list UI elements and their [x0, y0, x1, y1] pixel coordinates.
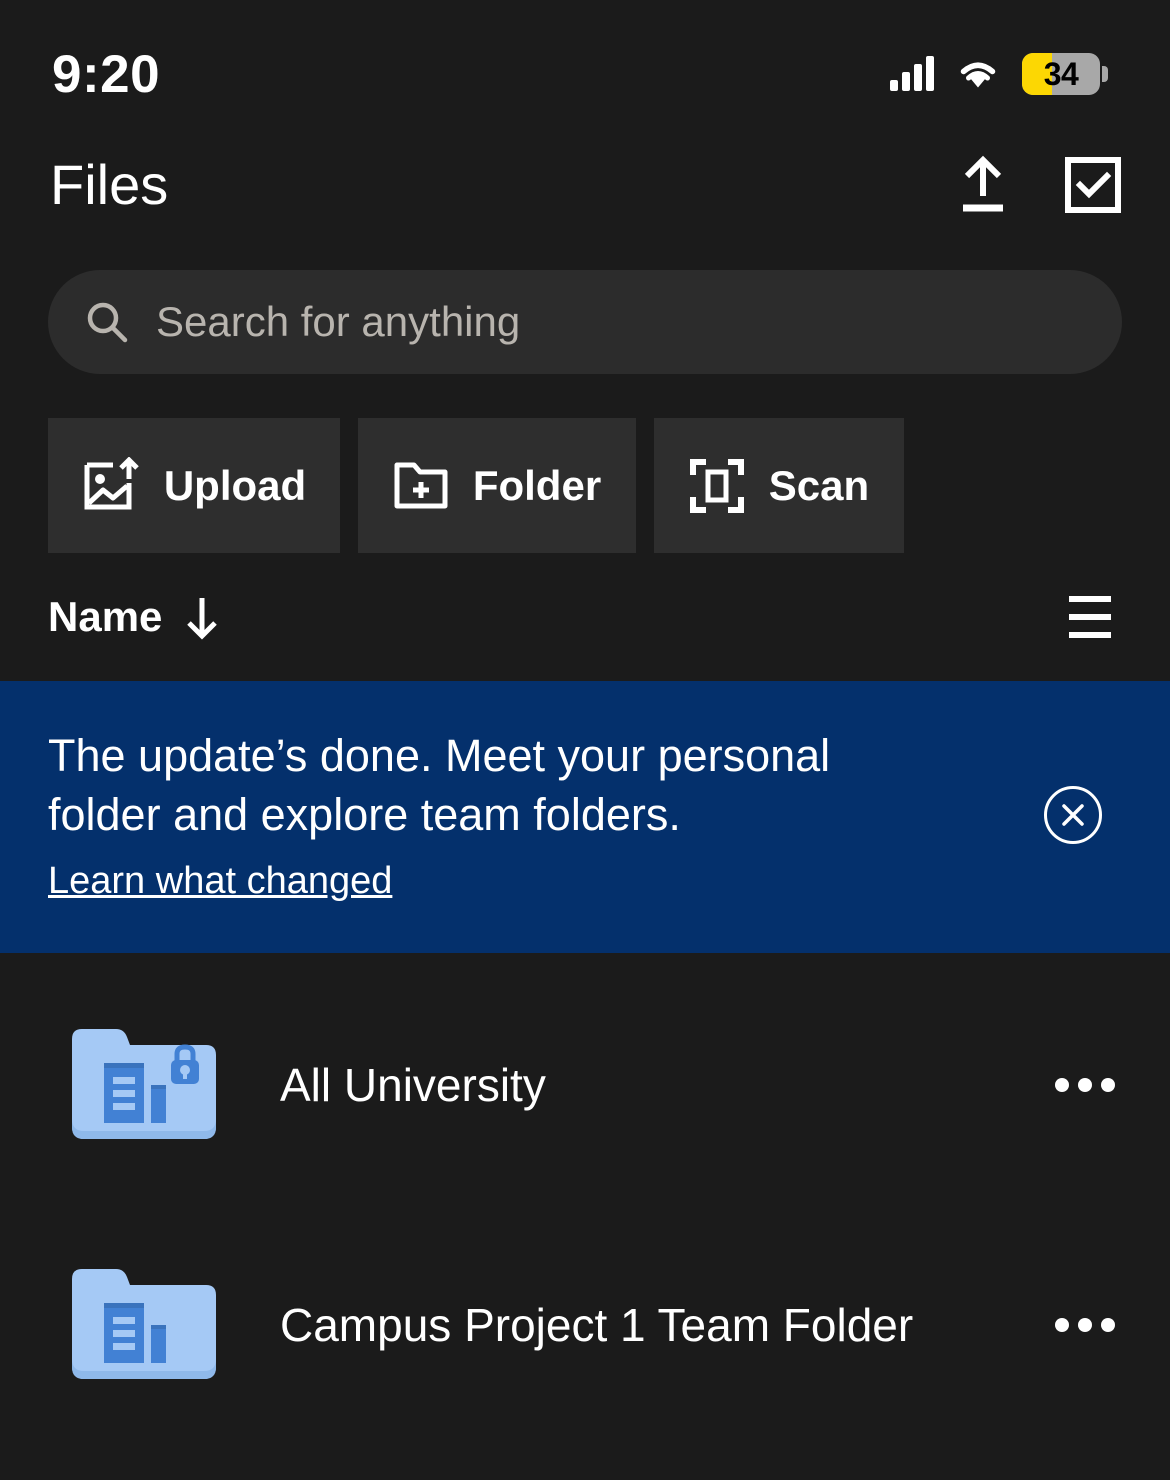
sort-control[interactable]: Name — [48, 593, 224, 641]
page-title: Files — [50, 153, 169, 216]
search-placeholder: Search for anything — [156, 298, 521, 345]
status-time: 9:20 — [52, 44, 161, 104]
upload-button[interactable] — [952, 154, 1014, 216]
file-row[interactable]: Campus Project 1 Team Folder — [0, 1205, 1170, 1445]
new-folder-action-button[interactable]: Folder — [358, 418, 636, 553]
file-name: All University — [280, 1059, 546, 1111]
list-view-icon — [1069, 596, 1111, 602]
quick-action-label: Upload — [163, 461, 307, 509]
search-section: Search for anything — [0, 240, 1170, 374]
battery-level-label: 34 — [1043, 55, 1079, 92]
wifi-icon — [960, 62, 996, 88]
learn-what-changed-link[interactable]: Learn what changed — [48, 860, 392, 903]
app-header: Files — [0, 130, 1170, 240]
banner-message: The update’s done. Meet your personal fo… — [48, 730, 831, 840]
banner-content: The update’s done. Meet your personal fo… — [48, 727, 1014, 903]
select-mode-button[interactable] — [1062, 154, 1124, 216]
more-options-icon — [1055, 1318, 1069, 1332]
more-options-button[interactable] — [1040, 1280, 1130, 1370]
arrow-down-icon — [187, 598, 218, 640]
quick-action-label: Scan — [768, 461, 870, 509]
update-banner: The update’s done. Meet your personal fo… — [0, 681, 1170, 953]
status-bar: 9:20 34 — [0, 0, 1170, 130]
list-view-button[interactable] — [1050, 577, 1130, 657]
banner-close-button[interactable] — [1044, 786, 1102, 844]
header-actions — [952, 154, 1124, 216]
file-name: Campus Project 1 Team Folder — [280, 1299, 914, 1351]
search-icon — [87, 302, 128, 343]
more-options-icon — [1055, 1078, 1069, 1092]
upload-action-button[interactable]: Upload — [48, 418, 340, 553]
files-app-screen: 9:20 34 Files Search for anything Upload… — [0, 0, 1170, 1480]
cellular-signal-icon — [890, 56, 934, 91]
sort-bar: Name — [0, 553, 1170, 681]
status-indicators: 34 — [890, 53, 1108, 95]
quick-action-label: Folder — [472, 461, 602, 509]
image-upload-icon — [84, 456, 139, 509]
search-input[interactable]: Search for anything — [48, 270, 1122, 374]
sort-label: Name — [48, 593, 163, 640]
upload-icon — [963, 155, 1003, 212]
battery-saver-icon: 34 — [1022, 53, 1108, 95]
scan-action-button[interactable]: Scan — [654, 418, 904, 553]
more-options-button[interactable] — [1040, 1040, 1130, 1130]
quick-actions-row: Upload Folder Scan — [0, 374, 1170, 553]
file-row[interactable]: All University — [0, 965, 1170, 1205]
scan-document-icon — [689, 458, 744, 513]
close-circle-icon — [1062, 804, 1084, 826]
team-folder-icon — [72, 1023, 216, 1147]
team-folder-icon — [72, 1263, 216, 1387]
folder-add-icon — [394, 462, 448, 508]
file-list: All University Campus Project 1 Team Fol… — [0, 953, 1170, 1445]
checkbox-checked-icon — [1065, 157, 1121, 213]
